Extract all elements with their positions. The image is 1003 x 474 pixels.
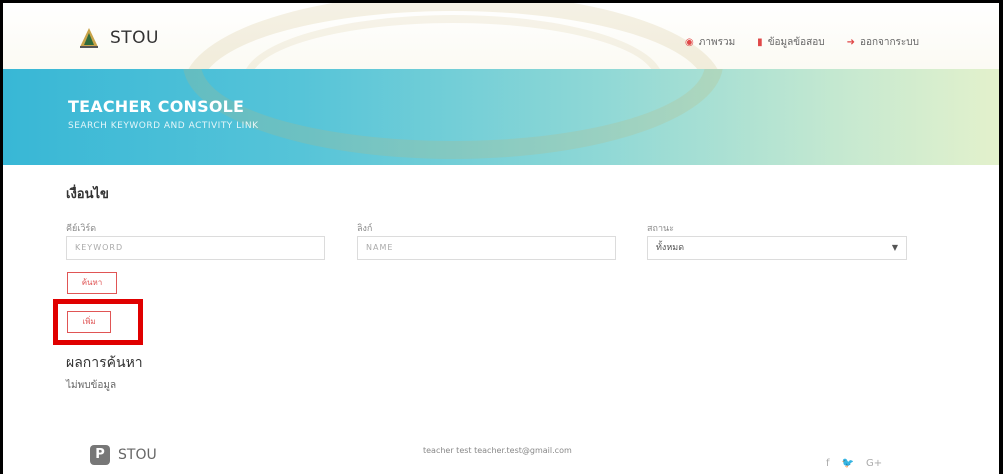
status-select-value: ทั้งหมด [656,243,685,253]
dashboard-icon: ◉ [685,37,694,48]
filter-title: เงื่อนไข [66,187,109,202]
brand-name: STOU [110,28,159,48]
stou-logo-icon [80,28,98,48]
social-links: f 🐦 G+ [826,458,882,469]
status-label: สถานะ [647,224,674,234]
nav-exam-data[interactable]: ▮ ข้อมูลข้อสอบ [757,35,824,50]
top-nav: ◉ ภาพรวม ▮ ข้อมูลข้อสอบ ➜ ออกจากระบบ [685,35,919,50]
nav-overview[interactable]: ◉ ภาพรวม [685,35,735,50]
page-title: TEACHER CONSOLE [68,97,245,116]
top-navbar: STOU ◉ ภาพรวม ▮ ข้อมูลข้อสอบ ➜ ออกจากระบ… [3,3,999,69]
banner-watermark [183,69,723,159]
twitter-icon[interactable]: 🐦 [842,458,854,469]
frame-border-right [999,0,1003,474]
footer-brand: P STOU [90,445,157,465]
chevron-down-icon: ▼ [891,243,898,252]
footer-brand-name: STOU [118,447,157,463]
search-button[interactable]: ค้นหา [67,272,117,294]
footer-logo-icon: P [90,445,110,465]
page-banner: TEACHER CONSOLE SEARCH KEYWORD AND ACTIV… [3,69,999,165]
footer-contact: teacher test teacher.test@gmail.com [423,446,572,455]
nav-logout[interactable]: ➜ ออกจากระบบ [847,35,919,50]
book-icon: ▮ [757,37,763,48]
link-input[interactable]: NAME [357,236,616,260]
results-empty-message: ไม่พบข้อมูล [66,380,117,391]
page-subtitle: SEARCH KEYWORD AND ACTIVITY LINK [68,121,259,131]
add-button-highlight [53,299,143,345]
link-label: ลิงก์ [357,224,373,234]
results-title: ผลการค้นหา [66,355,143,371]
keyword-input[interactable]: KEYWORD [66,236,325,260]
keyword-label: คีย์เวิร์ด [66,224,97,234]
nav-logout-label: ออกจากระบบ [859,37,919,48]
brand[interactable]: STOU [78,27,159,49]
status-select[interactable]: ทั้งหมด ▼ [647,236,907,260]
nav-overview-label: ภาพรวม [698,37,736,48]
facebook-icon[interactable]: f [826,458,830,469]
logout-icon: ➜ [846,37,855,48]
google-plus-icon[interactable]: G+ [866,458,882,469]
nav-exam-data-label: ข้อมูลข้อสอบ [767,37,825,48]
